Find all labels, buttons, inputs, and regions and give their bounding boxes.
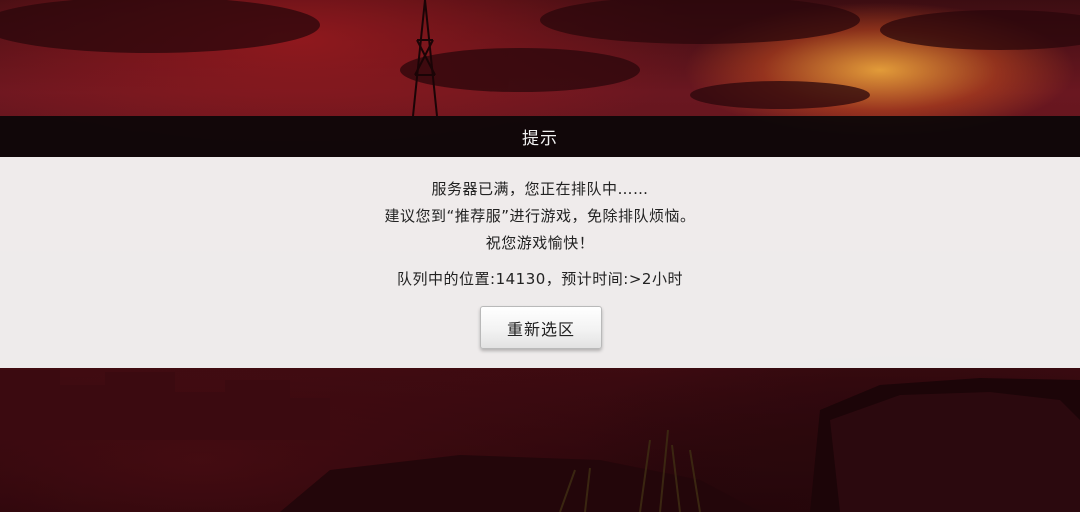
recommend-server-message: 建议您到“推荐服”进行游戏，免除排队烦恼。 — [384, 207, 696, 225]
game-login-screen: 提示 服务器已满，您正在排队中…… 建议您到“推荐服”进行游戏，免除排队烦恼。 … — [0, 0, 1080, 512]
dialog-header: 提示 — [0, 116, 1080, 157]
queue-position-text: 队列中的位置:14130，预计时间:>2小时 — [397, 270, 683, 288]
server-full-message: 服务器已满，您正在排队中…… — [431, 180, 649, 198]
rock-cliff-icon — [280, 378, 1080, 512]
reselect-server-button[interactable]: 重新选区 — [480, 306, 602, 349]
good-wishes-message: 祝您游戏愉快！ — [485, 234, 595, 252]
city-silhouette — [0, 370, 330, 440]
dialog-body: 服务器已满，您正在排队中…… 建议您到“推荐服”进行游戏，免除排队烦恼。 祝您游… — [0, 157, 1080, 368]
dark-clouds — [0, 0, 1080, 109]
dialog-title: 提示 — [522, 129, 558, 149]
